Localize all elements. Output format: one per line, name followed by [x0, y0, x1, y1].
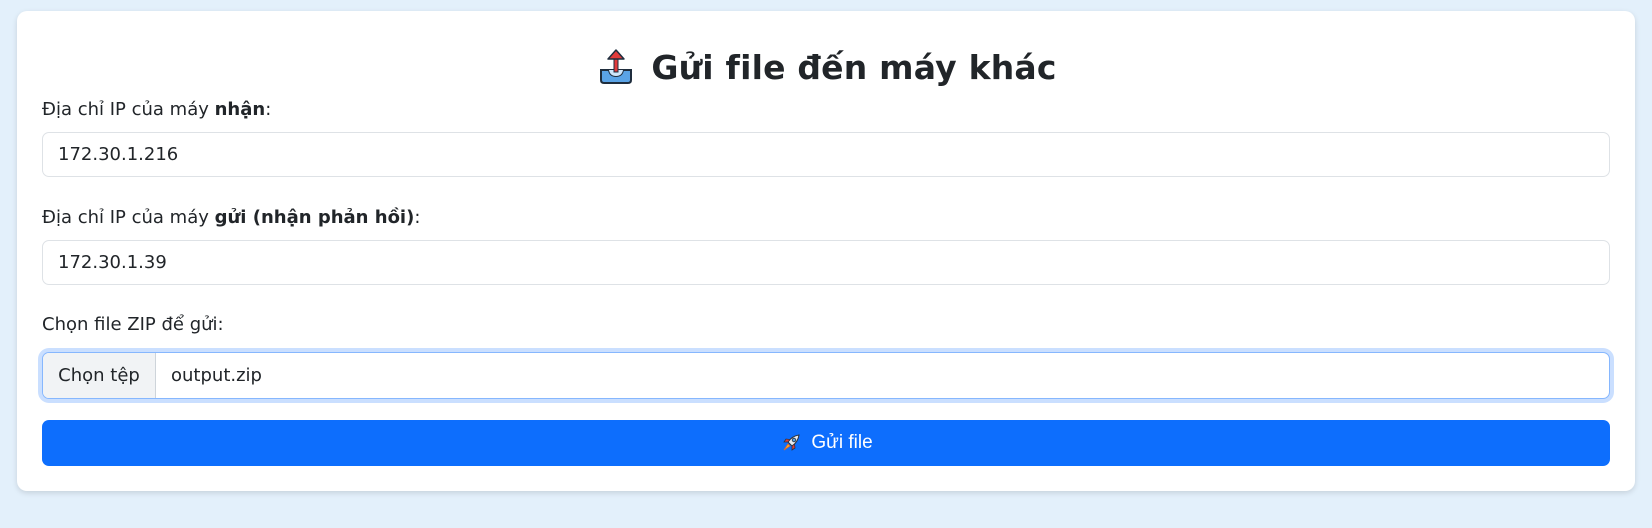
receiver-ip-input[interactable] [42, 132, 1610, 177]
page-title-text: Gửi file đến máy khác [651, 47, 1057, 87]
file-label: Chọn file ZIP để gửi: [42, 314, 224, 335]
send-file-button-label: Gửi file [811, 432, 873, 453]
rocket-icon [783, 434, 800, 451]
receiver-ip-label-bold: nhận [214, 99, 266, 120]
sender-ip-label-suffix: : [414, 207, 421, 228]
sender-ip-label: Địa chỉ IP của máy gửi (nhận phản hồi): [42, 207, 420, 228]
receiver-ip-label-suffix: : [265, 99, 272, 120]
send-file-button[interactable]: Gửi file [42, 420, 1610, 466]
outbox-tray-icon [600, 49, 633, 84]
page-title: Gửi file đến máy khác [17, 41, 1635, 93]
choose-file-button[interactable]: Chọn tệp [43, 353, 156, 398]
receiver-ip-label: Địa chỉ IP của máy nhận: [42, 99, 271, 120]
sender-ip-label-prefix: Địa chỉ IP của máy [42, 207, 215, 228]
sender-ip-input[interactable] [42, 240, 1610, 285]
file-input[interactable]: Chọn tệp output.zip [42, 352, 1610, 399]
send-file-card: Gửi file đến máy khác Địa chỉ IP của máy… [17, 11, 1635, 491]
sender-ip-label-bold: gửi (nhận phản hồi) [214, 207, 415, 228]
receiver-ip-label-prefix: Địa chỉ IP của máy [42, 99, 215, 120]
selected-file-name: output.zip [171, 365, 262, 386]
